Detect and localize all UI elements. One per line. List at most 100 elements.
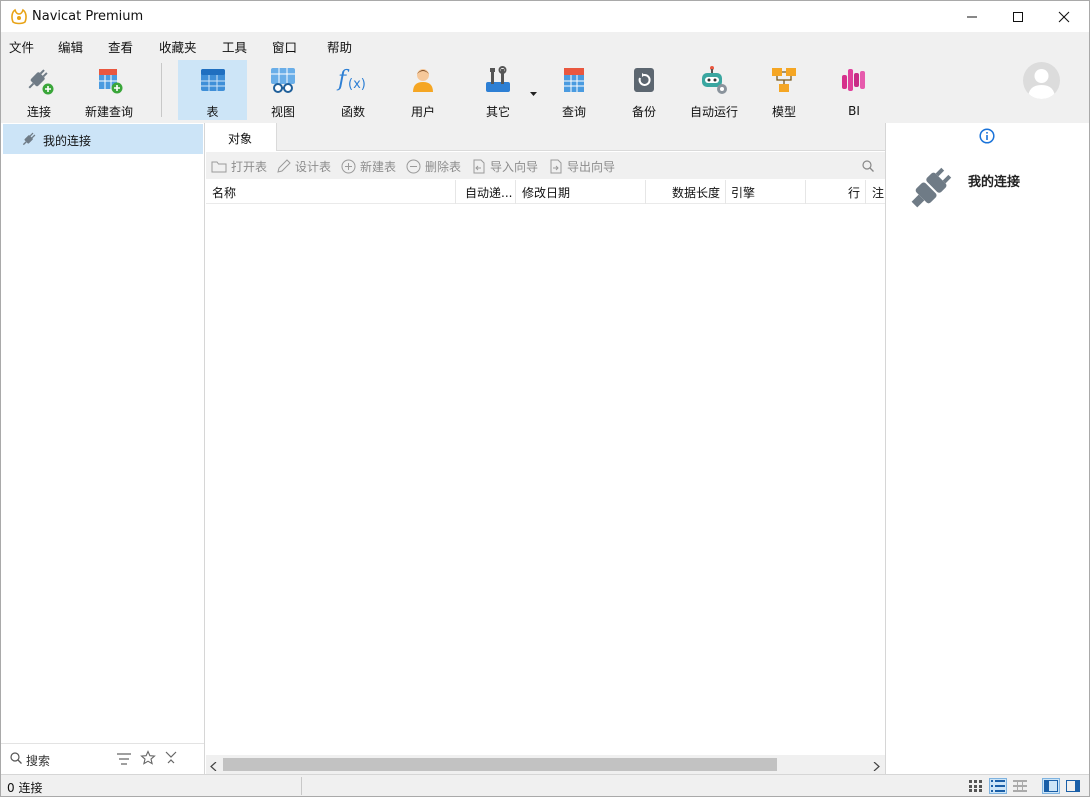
column-header: 名称 自动递... 修改日期 数据长度 引擎 行 注	[206, 180, 885, 204]
filter-icon[interactable]	[117, 753, 131, 768]
column-rows[interactable]: 行	[848, 184, 860, 201]
bi-label: BI	[848, 104, 860, 118]
query-label: 查询	[561, 105, 586, 119]
column-name[interactable]: 名称	[212, 184, 236, 201]
column-comment[interactable]: 注	[872, 184, 884, 201]
search-icon[interactable]	[862, 160, 874, 175]
connect-button[interactable]: 连接	[14, 60, 64, 120]
import-icon	[471, 159, 486, 174]
automation-label: 自动运行	[689, 105, 738, 119]
user-button[interactable]: 用户	[398, 60, 448, 120]
sidebar-search-bar[interactable]: 搜索	[1, 743, 204, 774]
column-divider[interactable]	[865, 180, 866, 204]
menu-tools[interactable]: 工具	[222, 37, 247, 56]
new-query-label: 新建查询	[84, 105, 133, 119]
menu-help[interactable]: 帮助	[327, 37, 352, 56]
view-button[interactable]: 视图	[258, 60, 308, 120]
column-divider[interactable]	[515, 180, 516, 204]
menu-edit[interactable]: 编辑	[58, 37, 83, 56]
function-button[interactable]: f (x) 函数	[328, 60, 378, 120]
scroll-right-icon[interactable]	[873, 760, 880, 774]
other-dropdown-arrow-icon[interactable]	[530, 86, 537, 100]
right-panel-toggle-icon[interactable]	[1064, 778, 1082, 794]
table-button[interactable]: 表	[178, 60, 247, 120]
grid-view-icon[interactable]	[967, 778, 985, 794]
tab-label: 对象	[228, 132, 253, 146]
user-avatar[interactable]	[1023, 62, 1060, 99]
tab-objects[interactable]: 对象	[206, 123, 277, 151]
menu-view[interactable]: 查看	[108, 37, 133, 56]
folder-open-icon	[211, 160, 227, 173]
connect-label: 连接	[26, 105, 51, 119]
info-panel: 我的连接	[885, 123, 1089, 774]
status-bar: 0 连接	[1, 774, 1089, 796]
tab-strip: 对象	[206, 123, 885, 151]
column-auto-increment[interactable]: 自动递...	[465, 184, 512, 201]
bi-button[interactable]: BI	[829, 60, 879, 120]
navicat-logo-icon	[10, 7, 28, 25]
model-icon	[767, 63, 801, 96]
other-button[interactable]: 其它	[471, 60, 525, 120]
open-table-button[interactable]: 打开表	[211, 157, 267, 175]
title-bar: Navicat Premium	[1, 1, 1089, 32]
list-view-icon[interactable]	[989, 778, 1007, 794]
menu-bar: 文件 编辑 查看 收藏夹 工具 窗口 帮助	[1, 32, 1089, 57]
import-wizard-label: 导入向导	[490, 159, 539, 174]
column-data-length[interactable]: 数据长度	[672, 184, 720, 201]
main-toolbar: 连接 新建查询 表 视图 f (x) 函数 用户 其它 查询 备份 自动运行 模…	[1, 57, 1089, 123]
search-input[interactable]: 搜索	[26, 752, 50, 769]
new-table-label: 新建表	[360, 159, 397, 174]
panel-title: 我的连接	[968, 175, 1021, 190]
tools-icon	[481, 63, 515, 96]
new-table-button[interactable]: 新建表	[341, 157, 396, 175]
new-query-icon	[92, 63, 126, 96]
import-wizard-button[interactable]: 导入向导	[471, 157, 538, 175]
search-icon	[10, 752, 22, 767]
star-icon[interactable]	[140, 750, 156, 769]
close-button[interactable]	[1041, 1, 1087, 32]
table-label: 表	[206, 105, 219, 119]
minimize-button[interactable]	[949, 1, 995, 32]
info-icon[interactable]	[979, 128, 995, 147]
sidebar-item-label: 我的连接	[43, 134, 92, 148]
design-table-button[interactable]: 设计表	[276, 157, 331, 175]
automation-button[interactable]: 自动运行	[685, 60, 743, 120]
column-engine[interactable]: 引擎	[731, 184, 755, 201]
model-button[interactable]: 模型	[759, 60, 809, 120]
column-divider[interactable]	[725, 180, 726, 204]
plug-icon	[20, 130, 38, 151]
menu-window[interactable]: 窗口	[272, 37, 297, 56]
backup-button[interactable]: 备份	[619, 60, 669, 120]
view-icon	[266, 63, 300, 96]
maximize-button[interactable]	[995, 1, 1041, 32]
collapse-icon[interactable]	[165, 751, 178, 767]
pencil-icon	[276, 158, 291, 174]
detail-view-icon[interactable]	[1011, 778, 1029, 794]
query-button[interactable]: 查询	[549, 60, 599, 120]
horizontal-scrollbar[interactable]	[206, 755, 885, 774]
model-label: 模型	[771, 105, 796, 119]
table-icon	[196, 63, 230, 96]
delete-table-label: 删除表	[425, 159, 462, 174]
left-panel-toggle-icon[interactable]	[1042, 778, 1060, 794]
scroll-left-icon[interactable]	[210, 760, 217, 774]
robot-icon	[697, 63, 731, 96]
function-icon: f (x)	[336, 63, 370, 96]
scrollbar-thumb[interactable]	[223, 758, 777, 771]
column-divider[interactable]	[805, 180, 806, 204]
status-separator	[301, 777, 302, 795]
column-divider[interactable]	[455, 180, 456, 204]
new-query-button[interactable]: 新建查询	[81, 60, 137, 120]
export-wizard-label: 导出向导	[567, 159, 616, 174]
delete-table-button[interactable]: 删除表	[406, 157, 461, 175]
menu-favorites[interactable]: 收藏夹	[159, 37, 197, 56]
user-label: 用户	[410, 105, 435, 119]
column-divider[interactable]	[645, 180, 646, 204]
menu-file[interactable]: 文件	[9, 37, 34, 56]
query-icon	[557, 63, 591, 96]
column-modified-date[interactable]: 修改日期	[522, 184, 570, 201]
sidebar-item-my-connections[interactable]: 我的连接	[3, 124, 203, 154]
plug-icon	[900, 159, 960, 222]
export-wizard-button[interactable]: 导出向导	[548, 157, 615, 175]
design-table-label: 设计表	[295, 159, 332, 174]
